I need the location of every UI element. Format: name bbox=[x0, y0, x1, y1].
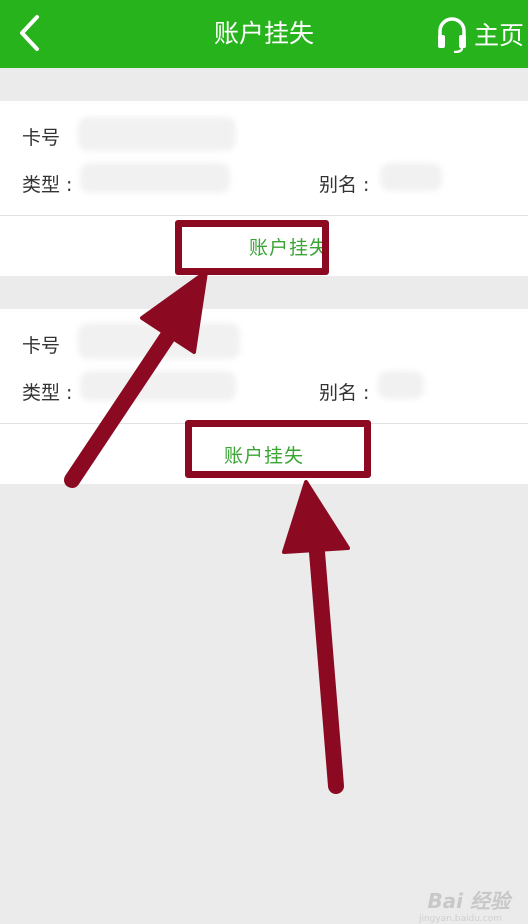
account-card: 卡号 类型 : 别名 : 账户挂失 bbox=[0, 309, 528, 484]
report-loss-button[interactable]: 账户挂失 bbox=[0, 424, 528, 484]
app-header: 账户挂失 主页 bbox=[0, 0, 528, 68]
card-number-label: 卡号 bbox=[22, 335, 61, 357]
card-number-value-redacted bbox=[78, 117, 236, 151]
arrow-annotation bbox=[282, 480, 350, 794]
report-loss-label: 账户挂失 bbox=[223, 444, 304, 467]
alias-label: 别名 : bbox=[319, 382, 370, 404]
card-type-value-redacted bbox=[80, 163, 230, 193]
headset-icon bbox=[437, 17, 466, 53]
home-label: 主页 bbox=[473, 21, 524, 50]
home-button[interactable]: 主页 bbox=[436, 12, 524, 56]
watermark-url: jingyan.baidu.com bbox=[418, 914, 502, 924]
card-type-label: 类型 : bbox=[22, 382, 73, 404]
account-card: 卡号 类型 : 别名 : 账户挂失 bbox=[0, 101, 528, 276]
baidu-watermark: Bai 经验 bbox=[427, 889, 510, 913]
card-info: 卡号 类型 : 别名 : bbox=[0, 309, 528, 424]
card-type-label: 类型 : bbox=[22, 174, 73, 196]
alias-label: 别名 : bbox=[319, 174, 370, 196]
card-number-value-redacted bbox=[78, 323, 240, 359]
report-loss-label: 账户挂失 bbox=[248, 236, 329, 259]
card-type-value-redacted bbox=[80, 371, 236, 401]
report-loss-button[interactable]: 账户挂失 bbox=[0, 216, 528, 276]
alias-value-redacted bbox=[380, 163, 442, 191]
alias-value-redacted bbox=[378, 371, 424, 399]
card-number-label: 卡号 bbox=[22, 127, 61, 149]
card-info: 卡号 类型 : 别名 : bbox=[0, 101, 528, 216]
